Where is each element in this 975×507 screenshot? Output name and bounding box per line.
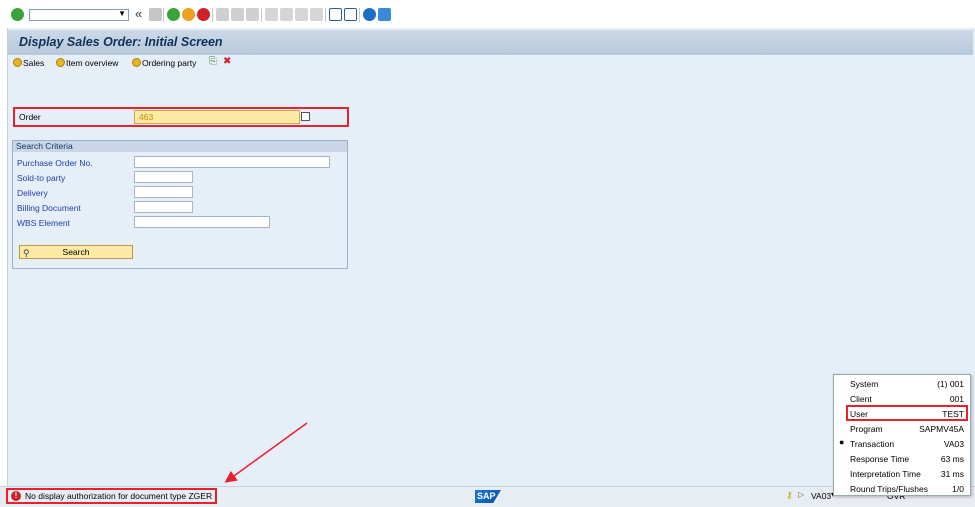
status-message-text: No display authorization for document ty… [25, 491, 213, 501]
client-value: 001 [949, 394, 964, 404]
search-criteria-group: Search Criteria Purchase Order No. Sold-… [12, 140, 348, 269]
system-info-popup: System (1) 001 Client 001 User TEST Prog… [833, 374, 971, 496]
item-overview-label: Item overview [66, 58, 119, 68]
transaction-key: Transaction [850, 439, 895, 449]
round-trips-value: 1/0 [952, 484, 964, 494]
exit-icon[interactable] [182, 8, 195, 21]
customize-layout-icon[interactable] [378, 8, 391, 21]
delivery-label: Delivery [17, 188, 48, 198]
last-page-icon[interactable] [310, 8, 323, 21]
system-toolbar: ▼ « [0, 0, 975, 28]
user-key: User [850, 409, 868, 419]
sold-to-party-input[interactable] [134, 171, 193, 183]
billing-document-input[interactable] [134, 201, 193, 213]
application-area: Display Sales Order: Initial Screen Sale… [7, 28, 975, 486]
shortcut-icon[interactable] [344, 8, 357, 21]
help-icon[interactable] [363, 8, 376, 21]
status-message[interactable]: ! No display authorization for document … [6, 488, 217, 504]
program-key: Program [850, 424, 883, 434]
purchase-order-label: Purchase Order No. [17, 158, 93, 168]
save-icon[interactable] [149, 8, 162, 21]
key-icon[interactable]: ⚷ [786, 490, 793, 501]
transaction-value: VA03 [943, 439, 964, 449]
print-icon[interactable] [216, 8, 229, 21]
program-value: SAPMV45A [919, 424, 964, 434]
response-time-key: Response Time [850, 454, 910, 464]
ordering-party-button[interactable]: Ordering party [132, 58, 196, 68]
application-toolbar: Sales Item overview Ordering party ⎘ ✖ [8, 56, 973, 74]
wbs-element-label: WBS Element [17, 218, 70, 228]
error-icon: ! [11, 491, 21, 501]
back-icon[interactable] [167, 8, 180, 21]
prev-page-icon[interactable] [280, 8, 293, 21]
billing-document-label: Billing Document [17, 203, 81, 213]
binoculars-icon: ⚲ [23, 248, 30, 258]
page-title: Display Sales Order: Initial Screen [19, 35, 223, 49]
person-icon [132, 58, 141, 67]
response-time-value: 63 ms [940, 454, 964, 464]
selected-bullet-icon: ● [839, 437, 845, 447]
sales-button[interactable]: Sales [13, 58, 44, 68]
document-flow-icon[interactable]: ⎘ [209, 56, 217, 67]
matchcode-icon[interactable] [301, 112, 310, 121]
toolbar-separator [163, 8, 164, 22]
person-icon [56, 58, 65, 67]
order-label: Order [19, 112, 41, 122]
next-page-icon[interactable] [295, 8, 308, 21]
double-chevron-left-icon[interactable]: « [135, 6, 142, 21]
client-key: Client [850, 394, 872, 404]
triangle-right-icon[interactable]: ▷ [798, 490, 804, 499]
delivery-input[interactable] [134, 186, 193, 198]
search-criteria-title: Search Criteria [16, 141, 73, 151]
system-value: (1) 001 [937, 379, 964, 389]
search-criteria-header: Search Criteria [13, 141, 347, 152]
toolbar-separator [359, 8, 360, 22]
first-page-icon[interactable] [265, 8, 278, 21]
status-bar: ! No display authorization for document … [0, 486, 975, 507]
sales-label: Sales [23, 58, 45, 68]
round-trips-key: Round Trips/Flushes [850, 484, 928, 494]
chevron-down-icon[interactable]: ▼ [118, 9, 126, 18]
system-key: System [850, 379, 879, 389]
find-next-icon[interactable] [246, 8, 259, 21]
person-icon [13, 58, 22, 67]
search-button[interactable]: ⚲ Search [19, 245, 133, 259]
ordering-party-label: Ordering party [142, 58, 197, 68]
toolbar-separator [325, 8, 326, 22]
new-session-icon[interactable] [329, 8, 342, 21]
wbs-element-input[interactable] [134, 216, 270, 228]
command-field[interactable]: ▼ [29, 9, 129, 21]
interpretation-time-value: 31 ms [940, 469, 964, 479]
order-input[interactable]: 463 [134, 110, 300, 124]
search-button-label: Search [62, 247, 90, 257]
find-icon[interactable] [231, 8, 244, 21]
sold-to-party-label: Sold-to party [17, 173, 66, 183]
toolbar-separator [212, 8, 213, 22]
user-value: TEST [942, 409, 964, 419]
status-overview-icon[interactable]: ✖ [223, 56, 231, 67]
cancel-icon[interactable] [197, 8, 210, 21]
enter-check-icon[interactable] [11, 8, 24, 21]
purchase-order-input[interactable] [134, 156, 330, 168]
toolbar-separator [261, 8, 262, 22]
item-overview-button[interactable]: Item overview [56, 58, 118, 68]
sap-logo: SAP [475, 490, 501, 503]
title-bar: Display Sales Order: Initial Screen [8, 30, 973, 55]
interpretation-time-key: Interpretation Time [850, 469, 921, 479]
status-tcode[interactable]: VA03 [811, 491, 831, 501]
